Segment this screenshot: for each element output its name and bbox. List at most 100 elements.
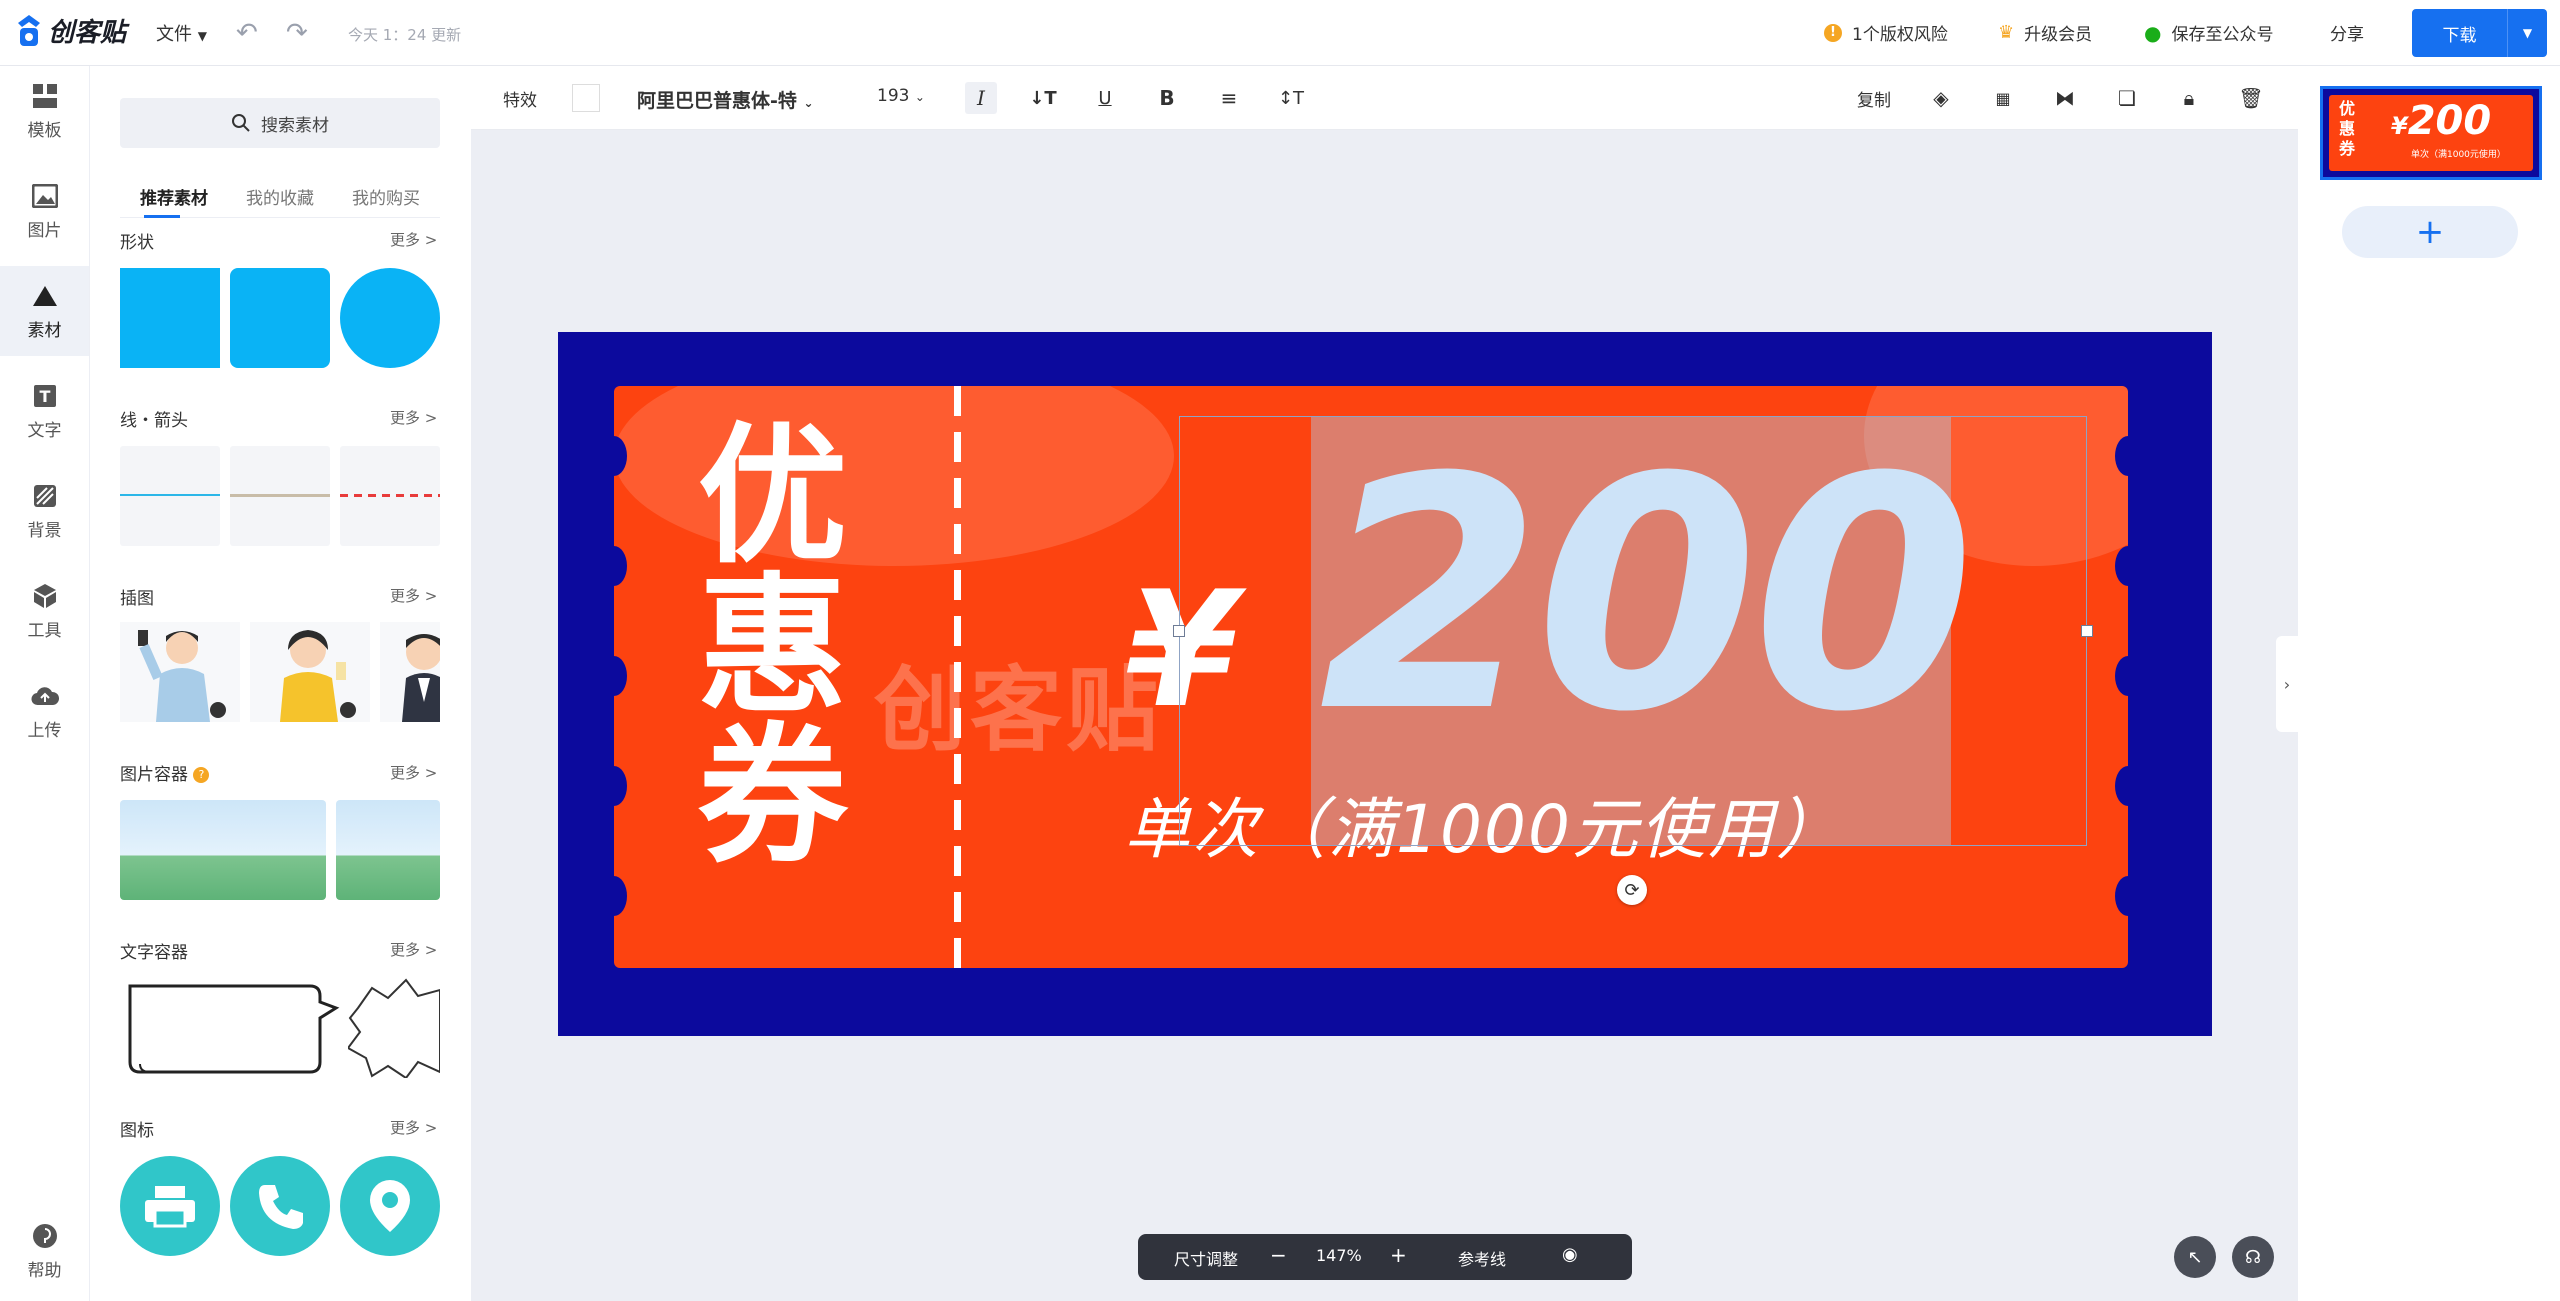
- rotate-icon[interactable]: ⟳: [1617, 875, 1647, 905]
- copy-button[interactable]: 复制: [1857, 86, 1891, 111]
- italic-icon[interactable]: I: [965, 82, 997, 114]
- delete-icon[interactable]: 🗑︎: [2235, 82, 2267, 114]
- more-image-container-link[interactable]: 更多 >: [390, 762, 437, 783]
- support-icon[interactable]: ☊: [2232, 1236, 2274, 1278]
- guides-button[interactable]: 参考线: [1458, 1246, 1506, 1270]
- svg-text:T: T: [39, 387, 50, 406]
- search-placeholder: 搜索素材: [261, 115, 329, 136]
- share-button[interactable]: 分享: [2330, 20, 2364, 45]
- text-direction-icon[interactable]: ↓T: [1027, 82, 1059, 114]
- more-illustrations-link[interactable]: 更多 >: [390, 585, 437, 606]
- left-nav: 模板 图片 素材 T 文字 背景 工具 上传 帮助: [0, 66, 89, 1301]
- font-size-select[interactable]: 193 ⌄: [877, 86, 925, 106]
- text-container-burst[interactable]: [348, 978, 440, 1078]
- effects-button[interactable]: 特效: [503, 86, 537, 111]
- illustration-man-phone[interactable]: [120, 622, 240, 722]
- search-icon: [232, 114, 250, 132]
- save-wechat-button[interactable]: ● 保存至公众号: [2144, 20, 2273, 46]
- bold-icon[interactable]: B: [1151, 82, 1183, 114]
- nav-item-upload[interactable]: 上传: [0, 666, 89, 756]
- eye-icon[interactable]: ◉: [1562, 1244, 1578, 1265]
- selection-box[interactable]: [1173, 416, 2093, 846]
- crown-icon: ♛: [1998, 22, 2015, 43]
- line-dashed-red[interactable]: [340, 446, 440, 546]
- text-color-swatch[interactable]: [572, 84, 600, 112]
- coupon-title[interactable]: 优惠券: [672, 416, 850, 866]
- shape-circle[interactable]: [340, 268, 440, 368]
- image-container-label: 图片容器: [120, 765, 188, 785]
- chevron-right-icon: ›: [2283, 674, 2291, 694]
- text-icon: T: [31, 382, 59, 410]
- font-family-select[interactable]: 阿里巴巴普惠体-特 ⌄: [637, 86, 814, 113]
- coupon-notch: [2115, 766, 2128, 806]
- nav-label-material: 素材: [27, 320, 62, 341]
- more-lines-link[interactable]: 更多 >: [390, 407, 437, 428]
- file-menu[interactable]: 文件 ▼: [156, 20, 207, 46]
- active-tab-indicator: [144, 215, 180, 218]
- nav-item-tools[interactable]: 工具: [0, 566, 89, 656]
- line-solid-beige[interactable]: [230, 446, 330, 546]
- shape-rectangle[interactable]: [120, 268, 220, 368]
- text-container-speech-bubble[interactable]: [120, 978, 340, 1078]
- align-center-icon[interactable]: ≡: [1213, 82, 1245, 114]
- nav-label-background: 背景: [27, 520, 62, 541]
- pages-panel: 优惠券 ¥200 单次（满1000元使用） +: [2298, 66, 2560, 1301]
- undo-icon[interactable]: ↶: [236, 18, 258, 48]
- underline-icon[interactable]: U: [1089, 82, 1121, 114]
- collapse-icon[interactable]: ↖: [2174, 1236, 2216, 1278]
- copyright-risk-button[interactable]: ! 1个版权风险: [1824, 20, 1948, 45]
- tab-favorites[interactable]: 我的收藏: [246, 184, 314, 209]
- lock-icon[interactable]: 🔒︎: [2173, 82, 2205, 114]
- page-thumbnail[interactable]: 优惠券 ¥200 单次（满1000元使用）: [2320, 86, 2542, 180]
- line-solid-blue[interactable]: [120, 446, 220, 546]
- more-text-container-link[interactable]: 更多 >: [390, 939, 437, 960]
- fax-icon[interactable]: [120, 1156, 220, 1256]
- zoom-level[interactable]: 147%: [1316, 1246, 1362, 1265]
- expand-pages-button[interactable]: ›: [2276, 636, 2298, 732]
- shadow-icon[interactable]: ❏: [2111, 82, 2143, 114]
- nav-item-image[interactable]: 图片: [0, 166, 89, 256]
- image-container-square[interactable]: [336, 800, 440, 900]
- resize-handle-right[interactable]: [2081, 625, 2093, 637]
- resize-button[interactable]: 尺寸调整: [1174, 1246, 1238, 1270]
- top-bar: 创客贴 文件 ▼ ↶ ↷ 今天 1：24 更新 ! 1个版权风险 ♛ 升级会员 …: [0, 0, 2560, 66]
- letter-spacing-icon[interactable]: ↕T: [1275, 82, 1307, 114]
- logo-text: 创客贴: [48, 18, 127, 48]
- search-input[interactable]: 搜索素材: [120, 98, 440, 148]
- tools-icon: [31, 582, 59, 610]
- resize-handle-left[interactable]: [1173, 625, 1185, 637]
- nav-item-material[interactable]: 素材: [0, 266, 89, 356]
- template-icon: [31, 82, 59, 110]
- add-page-button[interactable]: +: [2342, 206, 2518, 258]
- more-shapes-link[interactable]: 更多 >: [390, 229, 437, 250]
- illustration-woman-cheer[interactable]: [250, 622, 370, 722]
- redo-icon[interactable]: ↷: [286, 18, 308, 48]
- download-dropdown-icon[interactable]: ▼: [2508, 26, 2547, 40]
- nav-item-text[interactable]: T 文字: [0, 366, 89, 456]
- upgrade-button[interactable]: ♛ 升级会员: [1998, 20, 2092, 45]
- zoom-out-icon[interactable]: −: [1270, 1243, 1287, 1267]
- flip-icon[interactable]: ⧓: [2049, 82, 2081, 114]
- phone-icon[interactable]: [230, 1156, 330, 1256]
- nav-item-help[interactable]: 帮助: [0, 1206, 89, 1296]
- zoom-in-icon[interactable]: +: [1390, 1243, 1407, 1267]
- image-container-wide[interactable]: [120, 800, 326, 900]
- coupon-notch: [614, 656, 627, 696]
- download-button[interactable]: 下载 ▼: [2412, 9, 2547, 57]
- transparency-icon[interactable]: ▦: [1987, 82, 2019, 114]
- help-tip-icon[interactable]: ?: [193, 767, 210, 783]
- section-title-text-container: 文字容器: [120, 943, 188, 963]
- app-logo[interactable]: 创客贴: [14, 12, 126, 49]
- layers-icon[interactable]: ◈: [1925, 82, 1957, 114]
- more-icons-link[interactable]: 更多 >: [390, 1117, 437, 1138]
- tab-recommended[interactable]: 推荐素材: [140, 184, 208, 209]
- nav-item-template[interactable]: 模板: [0, 66, 89, 156]
- illustration-man-laugh[interactable]: [380, 622, 440, 722]
- nav-label-help: 帮助: [27, 1260, 62, 1281]
- shape-rounded-rectangle[interactable]: [230, 268, 330, 368]
- tab-purchased[interactable]: 我的购买: [352, 184, 420, 209]
- location-pin-icon[interactable]: [340, 1156, 440, 1256]
- nav-item-background[interactable]: 背景: [0, 466, 89, 556]
- file-menu-label: 文件: [156, 24, 192, 45]
- thumbnail-amount: ¥200: [2391, 101, 2491, 141]
